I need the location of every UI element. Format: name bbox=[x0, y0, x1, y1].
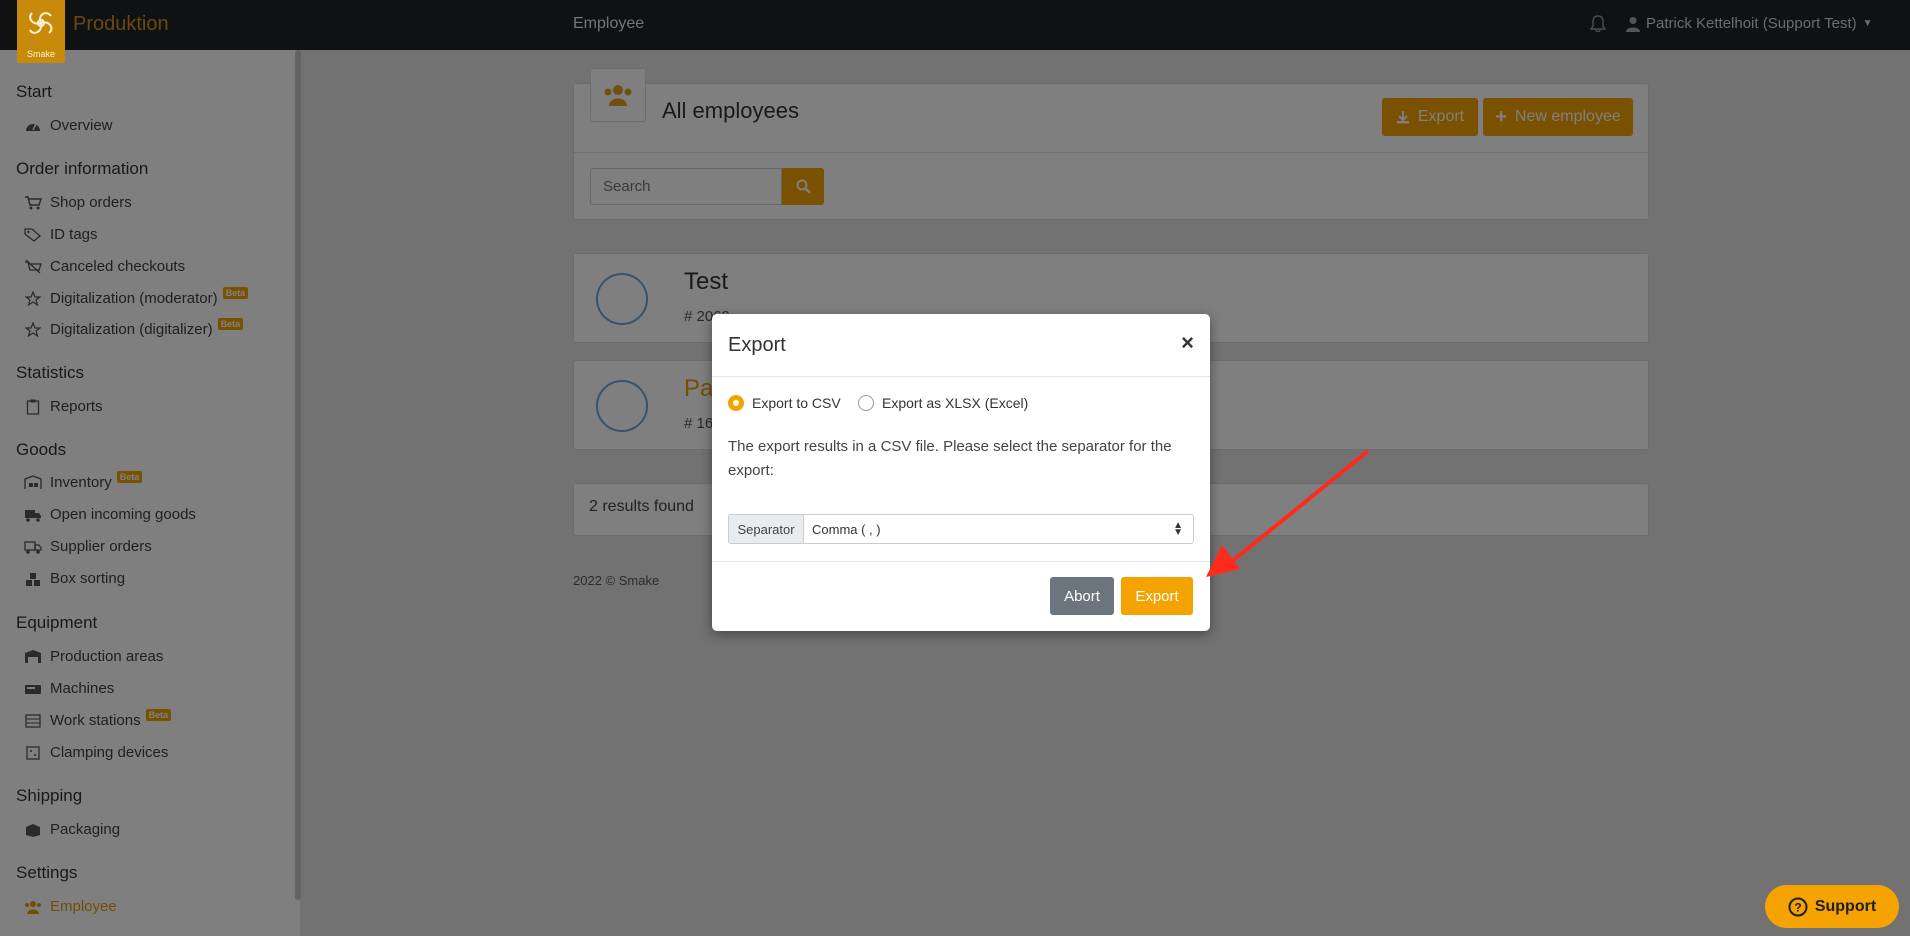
question-icon: ? bbox=[1788, 897, 1808, 916]
logo-text: Smake bbox=[26, 49, 55, 59]
export-modal: Export × Export to CSV Export as XLSX (E… bbox=[712, 314, 1210, 631]
separator-select[interactable]: Comma ( , ) ▲ ▼ bbox=[803, 514, 1194, 544]
modal-divider bbox=[712, 561, 1210, 562]
select-caret-icon: ▲ ▼ bbox=[1173, 520, 1183, 538]
svg-text:?: ? bbox=[1794, 900, 1801, 914]
support-label: Support bbox=[1814, 897, 1877, 915]
radio-csv-label: Export to CSV bbox=[752, 395, 841, 411]
support-button[interactable]: ? Support bbox=[1765, 885, 1899, 928]
annotation-arrow-icon bbox=[1206, 449, 1370, 577]
export-csv-option[interactable]: Export to CSV bbox=[728, 395, 841, 411]
radio-xlsx[interactable] bbox=[858, 395, 874, 411]
radio-xlsx-label: Export as XLSX (Excel) bbox=[882, 395, 1029, 411]
modal-title: Export bbox=[728, 334, 786, 356]
export-xlsx-option[interactable]: Export as XLSX (Excel) bbox=[858, 395, 1028, 411]
separator-value: Comma ( , ) bbox=[812, 521, 881, 537]
abort-button[interactable]: Abort bbox=[1050, 577, 1114, 615]
close-icon[interactable]: × bbox=[1181, 330, 1194, 356]
radio-csv[interactable] bbox=[728, 395, 744, 411]
confirm-export-button[interactable]: Export bbox=[1121, 577, 1193, 615]
modal-divider bbox=[712, 376, 1210, 377]
modal-description: The export results in a CSV file. Please… bbox=[728, 438, 1172, 479]
logo-swirl-icon bbox=[29, 12, 53, 34]
separator-label: Separator bbox=[728, 514, 804, 544]
app-logo[interactable]: Smake bbox=[17, 0, 65, 63]
